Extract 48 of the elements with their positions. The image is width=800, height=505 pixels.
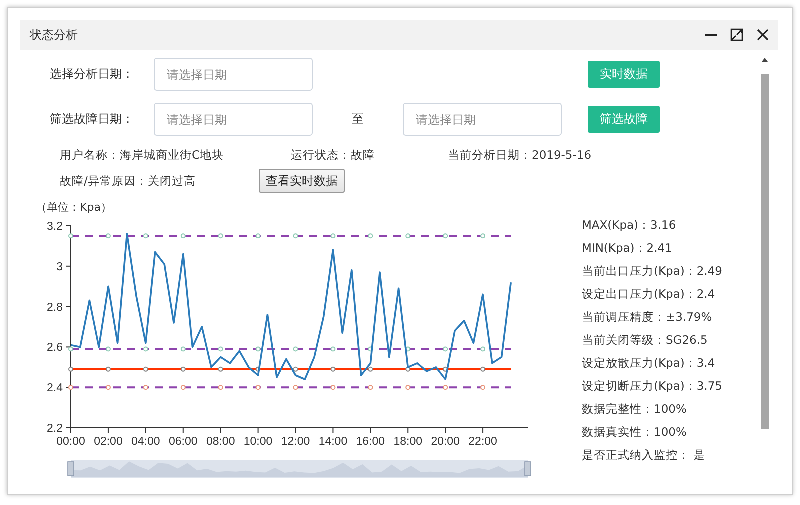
info-text: 用户名称：海岸城商业街C地块 xyxy=(60,148,226,162)
stat-text: 当前调压精度：±3.79% xyxy=(582,309,714,326)
axis-label: 08:00 xyxy=(206,436,236,448)
info-text: 运行状态：故障 xyxy=(291,148,376,162)
info-text: 当前分析日期：2019-5-16 xyxy=(447,146,592,164)
axis-label: 2.8 xyxy=(47,302,63,314)
axis-label: 04:00 xyxy=(132,436,160,448)
stat-text: 设定切断压力(Kpa)：3.75 xyxy=(582,378,722,395)
fault-reason-text: 故障/异常原因：关闭过高 xyxy=(60,174,197,188)
date-field[interactable]: 请选择日期 xyxy=(154,58,313,91)
scroll-up-icon[interactable] xyxy=(760,56,770,64)
axis-label: 00:00 xyxy=(56,436,86,448)
filter-fault-button[interactable]: 筛选故障 xyxy=(588,106,660,133)
end-date-field[interactable]: 请选择日期 xyxy=(403,103,562,136)
axis-label: 22:00 xyxy=(468,436,498,448)
start-date-field[interactable]: 请选择日期 xyxy=(154,103,313,136)
axis-label: 02:00 xyxy=(94,436,123,448)
range-separator: 至 xyxy=(351,111,365,128)
window-title: 状态分析 xyxy=(30,26,78,44)
axis-label: 06:00 xyxy=(168,436,198,448)
axis-label: 3.2 xyxy=(47,221,63,233)
close-icon[interactable] xyxy=(756,28,770,42)
axis-label: 2.6 xyxy=(47,342,63,354)
stat-text: 设定出口压力(Kpa)：2.4 xyxy=(582,286,716,303)
stat-text: 当前关闭等级：SG26.5 xyxy=(582,332,709,349)
stat-text: MIN(Kpa)：2.41 xyxy=(582,240,674,257)
axis-label: 2.2 xyxy=(47,423,63,435)
field-label: 选择分析日期： xyxy=(50,66,135,83)
maximize-icon[interactable] xyxy=(730,28,744,42)
axis-label: 16:00 xyxy=(356,436,386,448)
axis-label: 3 xyxy=(56,261,63,274)
axis-label: 10:00 xyxy=(244,436,273,448)
axis-label: 2.4 xyxy=(47,382,63,395)
field-label: 筛选故障日期： xyxy=(50,111,135,128)
stat-text: 是否正式纳入监控： 是 xyxy=(582,447,707,464)
unit-label: （单位：Kpa） xyxy=(36,201,112,214)
realtime-data-button[interactable]: 实时数据 xyxy=(588,61,660,88)
zoom-slider[interactable] xyxy=(68,460,532,478)
axis-label: 14:00 xyxy=(318,436,348,448)
stat-text: 数据真实性：100% xyxy=(582,424,688,441)
view-realtime-button[interactable]: 查看实时数据 xyxy=(259,169,345,193)
stat-text: 数据完整性：100% xyxy=(582,401,688,418)
stat-text: 设定放散压力(Kpa)：3.4 xyxy=(582,355,716,372)
axis-label: 20:00 xyxy=(431,436,460,448)
axis-label: 18:00 xyxy=(394,436,423,448)
stat-text: 当前出口压力(Kpa)：2.49 xyxy=(582,263,722,280)
stat-text: MAX(Kpa)：3.16 xyxy=(582,217,678,234)
axis-label: 12:00 xyxy=(281,436,310,448)
